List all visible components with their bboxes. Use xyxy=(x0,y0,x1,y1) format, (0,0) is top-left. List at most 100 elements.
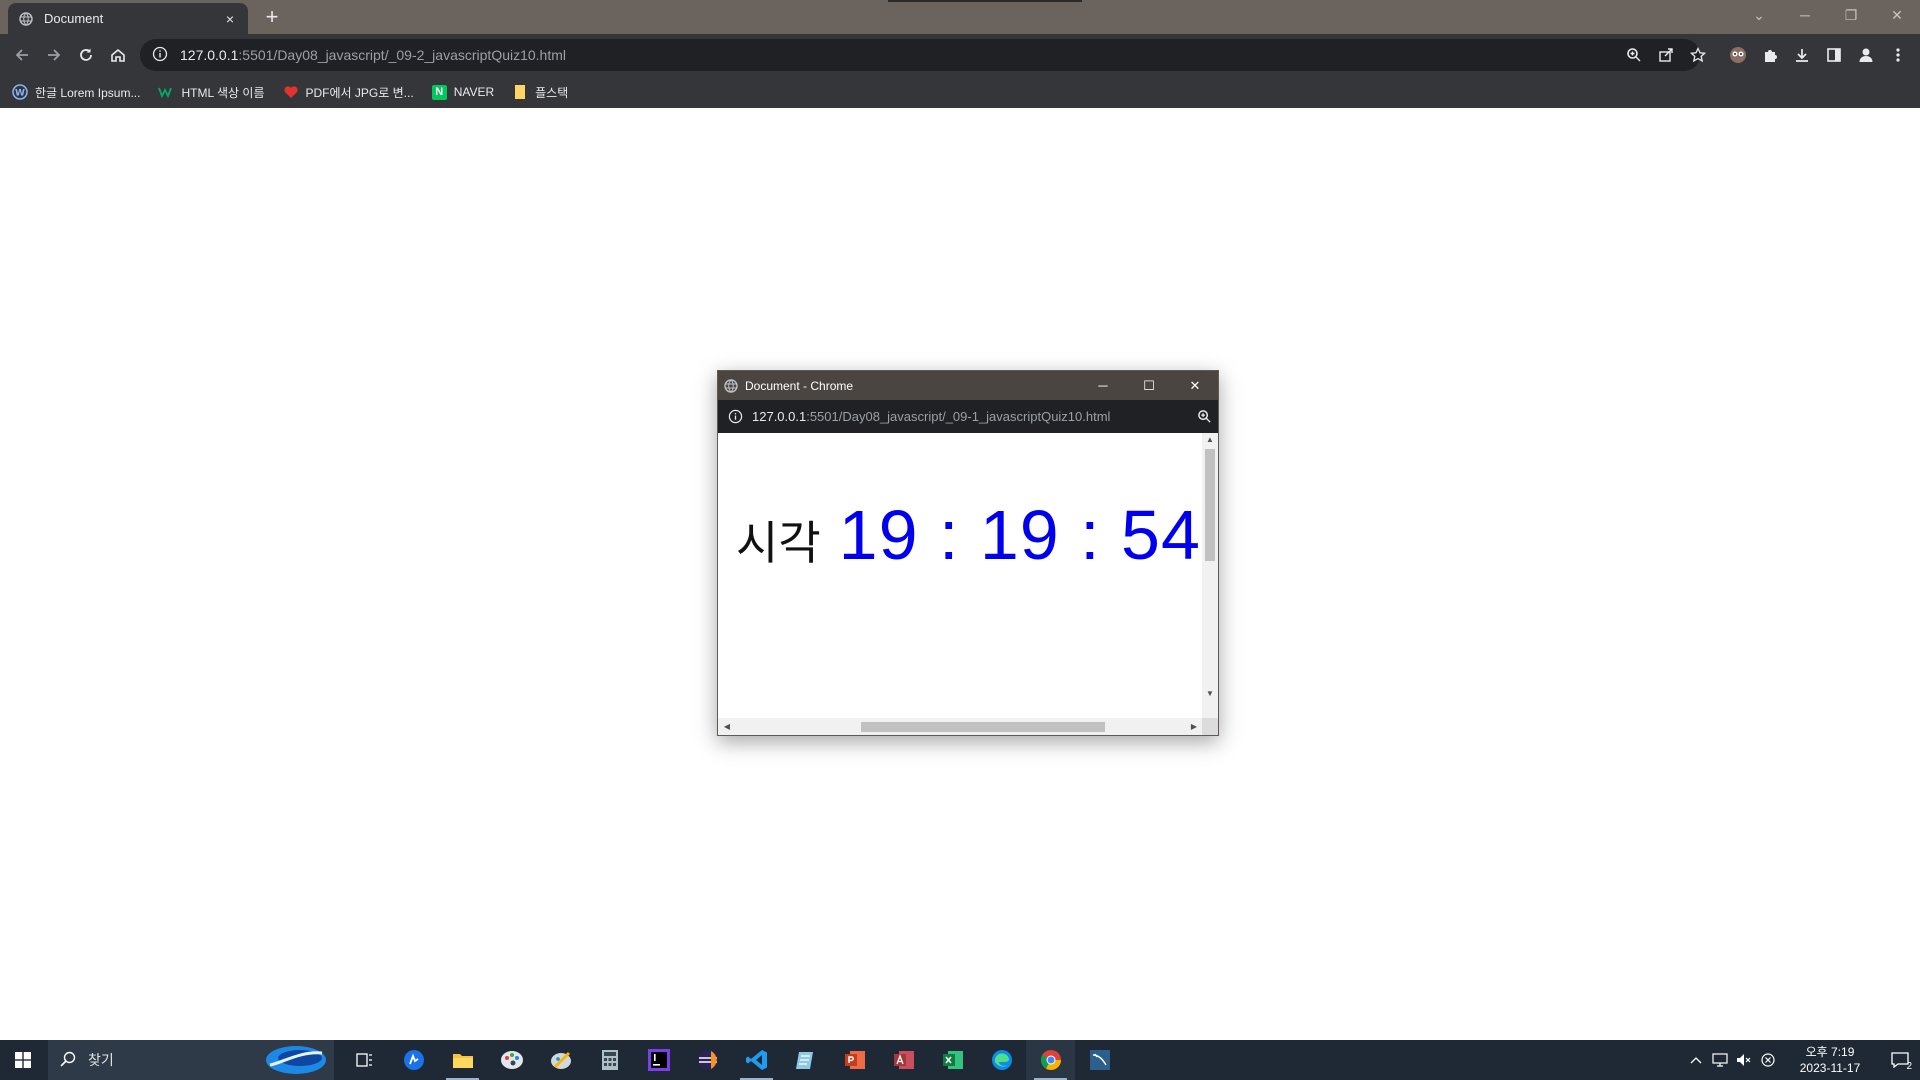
url-path: :5501/Day08_javascript/_09-2_javascriptQ… xyxy=(238,47,567,63)
powerpoint-icon[interactable] xyxy=(830,1040,879,1080)
popup-title: Document - Chrome xyxy=(745,378,854,393)
back-icon[interactable] xyxy=(8,42,36,68)
bookmarks-bar: W 한글 Lorem Ipsum... HTML 색상 이름 PDF에서 JPG… xyxy=(0,76,1920,108)
url-host: 127.0.0.1 xyxy=(180,47,239,63)
system-tray: 오후 7:19 2023-11-17 2 xyxy=(1684,1040,1920,1080)
titlebar-stripe xyxy=(888,0,1082,2)
task-view-icon[interactable] xyxy=(340,1040,389,1080)
tab-search-icon[interactable]: ⌄ xyxy=(1736,0,1782,30)
vertical-scrollbar[interactable]: ▲ ▼ xyxy=(1202,433,1218,718)
popup-url-path: :5501/Day08_javascript/_09-1_javascriptQ… xyxy=(806,409,1111,424)
restore-button[interactable]: ❐ xyxy=(1828,0,1874,30)
extensions-puzzle-icon[interactable] xyxy=(1757,42,1783,68)
intellij-icon[interactable] xyxy=(634,1040,683,1080)
notification-badge: 2 xyxy=(1906,1061,1912,1072)
menu-kebab-icon[interactable] xyxy=(1885,42,1911,68)
zoom-icon[interactable] xyxy=(1190,409,1218,424)
zoom-icon[interactable] xyxy=(1621,42,1647,68)
windows-start-icon[interactable] xyxy=(0,1040,46,1080)
popup-window: Document - Chrome ─ ☐ ✕ 127.0.0.1:5501/D… xyxy=(717,370,1219,736)
scroll-up-arrow-icon[interactable]: ▲ xyxy=(1202,433,1218,447)
popup-maximize-button[interactable]: ☐ xyxy=(1126,371,1172,400)
window-controls: ⌄ ─ ❐ ✕ xyxy=(1736,0,1920,30)
paint-brush-icon[interactable] xyxy=(536,1040,585,1080)
volume-muted-icon[interactable] xyxy=(1732,1053,1756,1067)
bookmark-pdf-jpg[interactable]: PDF에서 JPG로 변... xyxy=(283,84,414,101)
chevron-up-icon[interactable] xyxy=(1684,1056,1708,1064)
close-button[interactable]: ✕ xyxy=(1874,0,1920,30)
search-icon xyxy=(60,1051,78,1069)
scroll-right-arrow-icon[interactable]: ▶ xyxy=(1187,718,1201,735)
address-bar[interactable]: 127.0.0.1:5501/Day08_javascript/_09-2_ja… xyxy=(140,39,1700,71)
vertical-scroll-thumb[interactable] xyxy=(1205,449,1215,561)
tab-document[interactable]: Document × xyxy=(8,3,248,34)
popup-titlebar: Document - Chrome ─ ☐ ✕ xyxy=(718,371,1218,400)
scroll-left-arrow-icon[interactable]: ◀ xyxy=(720,718,734,735)
profile-icon[interactable] xyxy=(1853,42,1879,68)
side-panel-icon[interactable] xyxy=(1821,42,1847,68)
minimize-button[interactable]: ─ xyxy=(1782,0,1828,30)
taskbar-clock[interactable]: 오후 7:19 2023-11-17 xyxy=(1788,1044,1872,1076)
scrollbar-corner xyxy=(1202,718,1218,735)
access-icon[interactable] xyxy=(879,1040,928,1080)
taskbar-apps xyxy=(340,1040,1124,1080)
clock-date-text: 2023-11-17 xyxy=(1799,1061,1861,1075)
vscode-icon[interactable] xyxy=(732,1040,781,1080)
clock-time: 19 : 19 : 54 xyxy=(838,496,1201,574)
popup-minimize-button[interactable]: ─ xyxy=(1080,371,1126,400)
horizontal-scroll-thumb[interactable] xyxy=(861,722,1105,732)
globe-icon xyxy=(724,378,738,393)
network-icon[interactable] xyxy=(1708,1053,1732,1067)
bookmark-html-colors[interactable]: HTML 색상 이름 xyxy=(158,84,265,101)
chrome-icon[interactable] xyxy=(1026,1040,1075,1080)
extension-avatar-icon[interactable] xyxy=(1725,42,1751,68)
bookmark-label: PDF에서 JPG로 변... xyxy=(305,85,414,100)
popup-url-host: 127.0.0.1 xyxy=(752,409,807,424)
bookmark-lorem-ipsum[interactable]: W 한글 Lorem Ipsum... xyxy=(12,84,140,101)
calculator-icon[interactable] xyxy=(585,1040,634,1080)
eclipse-icon[interactable] xyxy=(683,1040,732,1080)
clock-display: 시각 19 : 19 : 54 xyxy=(736,495,1201,575)
naver-icon: N xyxy=(431,84,447,100)
popup-close-button[interactable]: ✕ xyxy=(1172,371,1218,400)
horizontal-scrollbar[interactable]: ◀ ▶ xyxy=(718,718,1203,735)
copilot-icon[interactable] xyxy=(264,1043,328,1077)
edge-icon[interactable] xyxy=(977,1040,1026,1080)
new-tab-button[interactable]: + xyxy=(260,4,284,30)
notepad-icon[interactable] xyxy=(781,1040,830,1080)
site-info-icon[interactable] xyxy=(152,46,170,64)
tab-close-icon[interactable]: × xyxy=(222,11,238,27)
forward-icon[interactable] xyxy=(40,42,68,68)
excel-icon[interactable] xyxy=(928,1040,977,1080)
bookmark-star-icon[interactable] xyxy=(1685,42,1711,68)
reload-icon[interactable] xyxy=(72,42,100,68)
download-icon[interactable] xyxy=(1789,42,1815,68)
wordpress-icon: W xyxy=(12,84,28,100)
search-placeholder: 찾기 xyxy=(88,1052,114,1068)
bookmark-naver[interactable]: N NAVER xyxy=(431,84,495,100)
status-x-icon[interactable] xyxy=(1756,1053,1780,1067)
notification-center-icon[interactable]: 2 xyxy=(1880,1040,1920,1080)
bookmark-label: HTML 색상 이름 xyxy=(181,85,265,100)
popup-content: 시각 19 : 19 : 54 xyxy=(718,433,1203,718)
scroll-down-arrow-icon[interactable]: ▼ xyxy=(1202,687,1218,701)
bookmark-folder-fullstack[interactable]: 플스택 xyxy=(512,84,568,101)
share-icon[interactable] xyxy=(1653,42,1679,68)
app-blue-circle-icon[interactable] xyxy=(389,1040,438,1080)
folder-icon xyxy=(512,84,528,100)
popup-address-bar: 127.0.0.1:5501/Day08_javascript/_09-1_ja… xyxy=(718,400,1218,433)
browser-titlebar: Document × + ⌄ ─ ❐ ✕ xyxy=(0,0,1920,34)
w3-icon xyxy=(158,84,174,100)
svg-text:W: W xyxy=(15,89,25,99)
clock-time-text: 오후 7:19 xyxy=(1805,1045,1855,1059)
file-explorer-icon[interactable] xyxy=(438,1040,487,1080)
taskbar: 찾기 오후 7:19 2023-11-17 2 xyxy=(0,1040,1920,1080)
home-icon[interactable] xyxy=(104,42,132,68)
taskbar-search[interactable]: 찾기 xyxy=(48,1040,334,1080)
bookmark-label: NAVER xyxy=(453,85,495,99)
paint-palette-icon[interactable] xyxy=(487,1040,536,1080)
heart-icon xyxy=(283,84,299,100)
mysql-workbench-icon[interactable] xyxy=(1075,1040,1124,1080)
site-info-icon[interactable] xyxy=(728,409,744,425)
clock-label: 시각 xyxy=(736,516,821,570)
